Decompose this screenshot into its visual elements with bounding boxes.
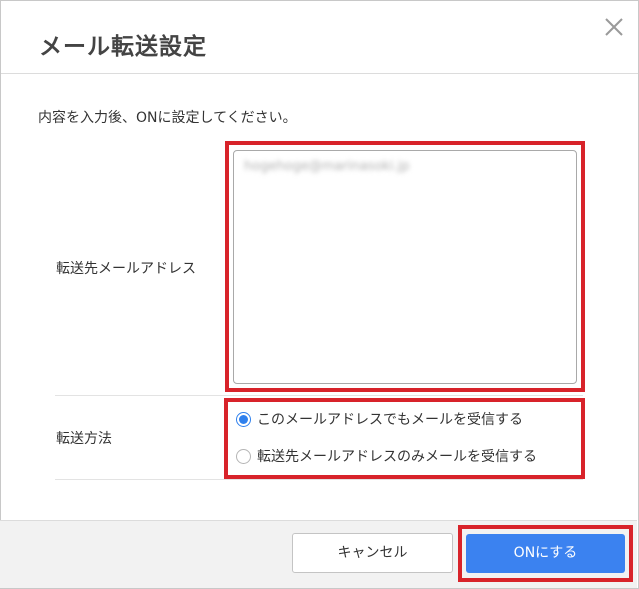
on-button[interactable]: ONにする [466, 534, 625, 573]
cancel-button[interactable]: キャンセル [292, 533, 453, 573]
radio-button-unchecked[interactable] [236, 448, 251, 464]
radio-label: このメールアドレスでもメールを受信する [257, 412, 523, 428]
forward-address-textarea[interactable]: hogehoge@marinasoki.jp [233, 150, 577, 384]
forward-address-label: 転送先メールアドレス [56, 261, 196, 277]
instruction-text: 内容を入力後、ONに設定してください。 [38, 110, 297, 126]
row-divider [55, 395, 583, 396]
forward-method-label: 転送方法 [56, 431, 112, 447]
row-divider [55, 479, 583, 480]
dialog-title: メール転送設定 [39, 34, 207, 60]
dialog-header: メール転送設定 [1, 1, 638, 74]
close-icon[interactable] [602, 15, 626, 39]
forward-address-value: hogehoge@marinasoki.jp [244, 159, 410, 174]
radio-option-forward-only[interactable]: 転送先メールアドレスのみメールを受信する [236, 445, 537, 467]
radio-button-checked[interactable] [236, 411, 251, 427]
radio-option-receive-both[interactable]: このメールアドレスでもメールを受信する [236, 408, 523, 430]
radio-label: 転送先メールアドレスのみメールを受信する [257, 449, 537, 465]
